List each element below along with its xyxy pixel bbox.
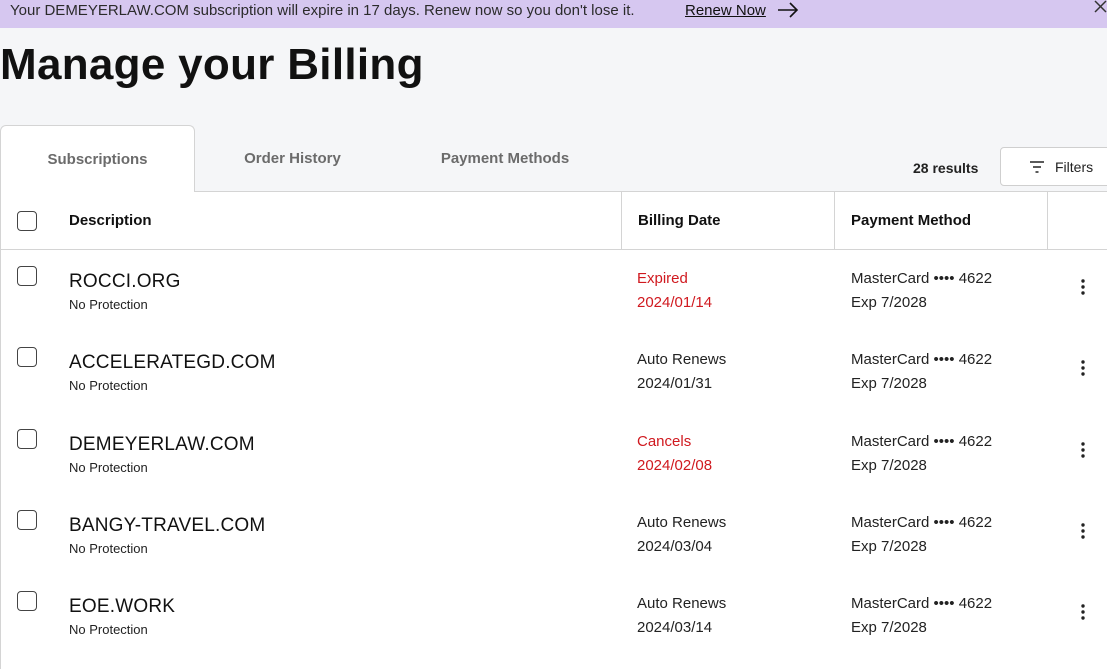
status-text: Auto Renews xyxy=(637,595,727,612)
tab-order-history[interactable]: Order History xyxy=(195,125,390,192)
payment-method: MasterCard •••• 4622 Exp 7/2028 xyxy=(851,592,992,640)
page-title: Manage your Billing xyxy=(0,40,424,89)
header-billing-date[interactable]: Billing Date xyxy=(638,192,721,249)
card-expiry: Exp 7/2028 xyxy=(851,294,927,311)
billing-status: Cancels 2024/02/08 xyxy=(637,430,712,478)
protection-status: No Protection xyxy=(69,622,148,637)
card-expiry: Exp 7/2028 xyxy=(851,619,927,636)
subscriptions-table: Description Billing Date Payment Method … xyxy=(0,191,1107,669)
status-text: Cancels xyxy=(637,433,692,450)
results-count: 28 results xyxy=(913,160,979,176)
arrow-right-icon[interactable] xyxy=(777,1,799,19)
select-all-checkbox[interactable] xyxy=(17,211,37,231)
close-icon[interactable] xyxy=(1093,0,1107,14)
filter-icon xyxy=(1030,161,1044,173)
card-expiry: Exp 7/2028 xyxy=(851,375,927,392)
payment-method: MasterCard •••• 4622 Exp 7/2028 xyxy=(851,430,992,478)
protection-status: No Protection xyxy=(69,541,148,556)
column-divider xyxy=(621,192,622,249)
status-text: Auto Renews xyxy=(637,351,727,368)
table-header: Description Billing Date Payment Method xyxy=(1,192,1107,250)
more-vertical-icon[interactable] xyxy=(1077,522,1089,540)
payment-method: MasterCard •••• 4622 Exp 7/2028 xyxy=(851,511,992,559)
payment-method: MasterCard •••• 4622 Exp 7/2028 xyxy=(851,267,992,315)
card-info: MasterCard •••• 4622 xyxy=(851,514,993,531)
column-divider xyxy=(834,192,835,249)
card-info: MasterCard •••• 4622 xyxy=(851,351,993,368)
row-checkbox[interactable] xyxy=(17,347,37,367)
more-vertical-icon[interactable] xyxy=(1077,441,1089,459)
tab-subscriptions[interactable]: Subscriptions xyxy=(0,125,195,192)
payment-method: MasterCard •••• 4622 Exp 7/2028 xyxy=(851,348,992,396)
domain-name[interactable]: BANGY-TRAVEL.COM xyxy=(69,515,265,537)
table-row: EOE.WORK No Protection Auto Renews 2024/… xyxy=(1,575,1107,656)
domain-name[interactable]: DEMEYERLAW.COM xyxy=(69,434,255,456)
more-vertical-icon[interactable] xyxy=(1077,278,1089,296)
more-vertical-icon[interactable] xyxy=(1077,603,1089,621)
table-row: ROCCI.ORG No Protection Expired 2024/01/… xyxy=(1,250,1107,331)
row-checkbox[interactable] xyxy=(17,591,37,611)
billing-status: Auto Renews 2024/03/04 xyxy=(637,511,726,559)
row-checkbox[interactable] xyxy=(17,510,37,530)
card-expiry: Exp 7/2028 xyxy=(851,457,927,474)
column-divider xyxy=(1047,192,1048,249)
banner-message: Your DEMEYERLAW.COM subscription will ex… xyxy=(10,2,635,19)
protection-status: No Protection xyxy=(69,378,148,393)
more-vertical-icon[interactable] xyxy=(1077,359,1089,377)
card-info: MasterCard •••• 4622 xyxy=(851,270,993,287)
billing-date: 2024/01/14 xyxy=(637,294,713,311)
status-text: Auto Renews xyxy=(637,514,727,531)
billing-date: 2024/01/31 xyxy=(637,375,713,392)
row-checkbox[interactable] xyxy=(17,429,37,449)
billing-status: Expired 2024/01/14 xyxy=(637,267,712,315)
subscription-expiry-banner: Your DEMEYERLAW.COM subscription will ex… xyxy=(0,0,1107,28)
protection-status: No Protection xyxy=(69,297,148,312)
domain-name[interactable]: ACCELERATEGD.COM xyxy=(69,352,276,374)
status-text: Expired xyxy=(637,270,688,287)
domain-name[interactable]: EOE.WORK xyxy=(69,596,175,618)
billing-date: 2024/03/04 xyxy=(637,538,713,555)
row-checkbox[interactable] xyxy=(17,266,37,286)
filters-button[interactable]: Filters xyxy=(1000,147,1107,186)
header-payment-method[interactable]: Payment Method xyxy=(851,192,971,249)
renew-now-link[interactable]: Renew Now xyxy=(685,2,766,19)
protection-status: No Protection xyxy=(69,460,148,475)
domain-name[interactable]: ROCCI.ORG xyxy=(69,271,181,293)
billing-date: 2024/02/08 xyxy=(637,457,713,474)
card-info: MasterCard •••• 4622 xyxy=(851,595,993,612)
billing-tabs: Subscriptions Order History Payment Meth… xyxy=(0,125,1107,192)
card-expiry: Exp 7/2028 xyxy=(851,538,927,555)
table-row: DEMEYERLAW.COM No Protection Cancels 202… xyxy=(1,413,1107,494)
billing-status: Auto Renews 2024/01/31 xyxy=(637,348,726,396)
card-info: MasterCard •••• 4622 xyxy=(851,433,993,450)
table-row: BANGY-TRAVEL.COM No Protection Auto Rene… xyxy=(1,494,1107,575)
table-row: ACCELERATEGD.COM No Protection Auto Rene… xyxy=(1,331,1107,412)
tab-payment-methods[interactable]: Payment Methods xyxy=(405,125,605,192)
billing-status: Auto Renews 2024/03/14 xyxy=(637,592,726,640)
header-description[interactable]: Description xyxy=(69,192,152,249)
billing-date: 2024/03/14 xyxy=(637,619,713,636)
filters-label: Filters xyxy=(1055,159,1094,175)
